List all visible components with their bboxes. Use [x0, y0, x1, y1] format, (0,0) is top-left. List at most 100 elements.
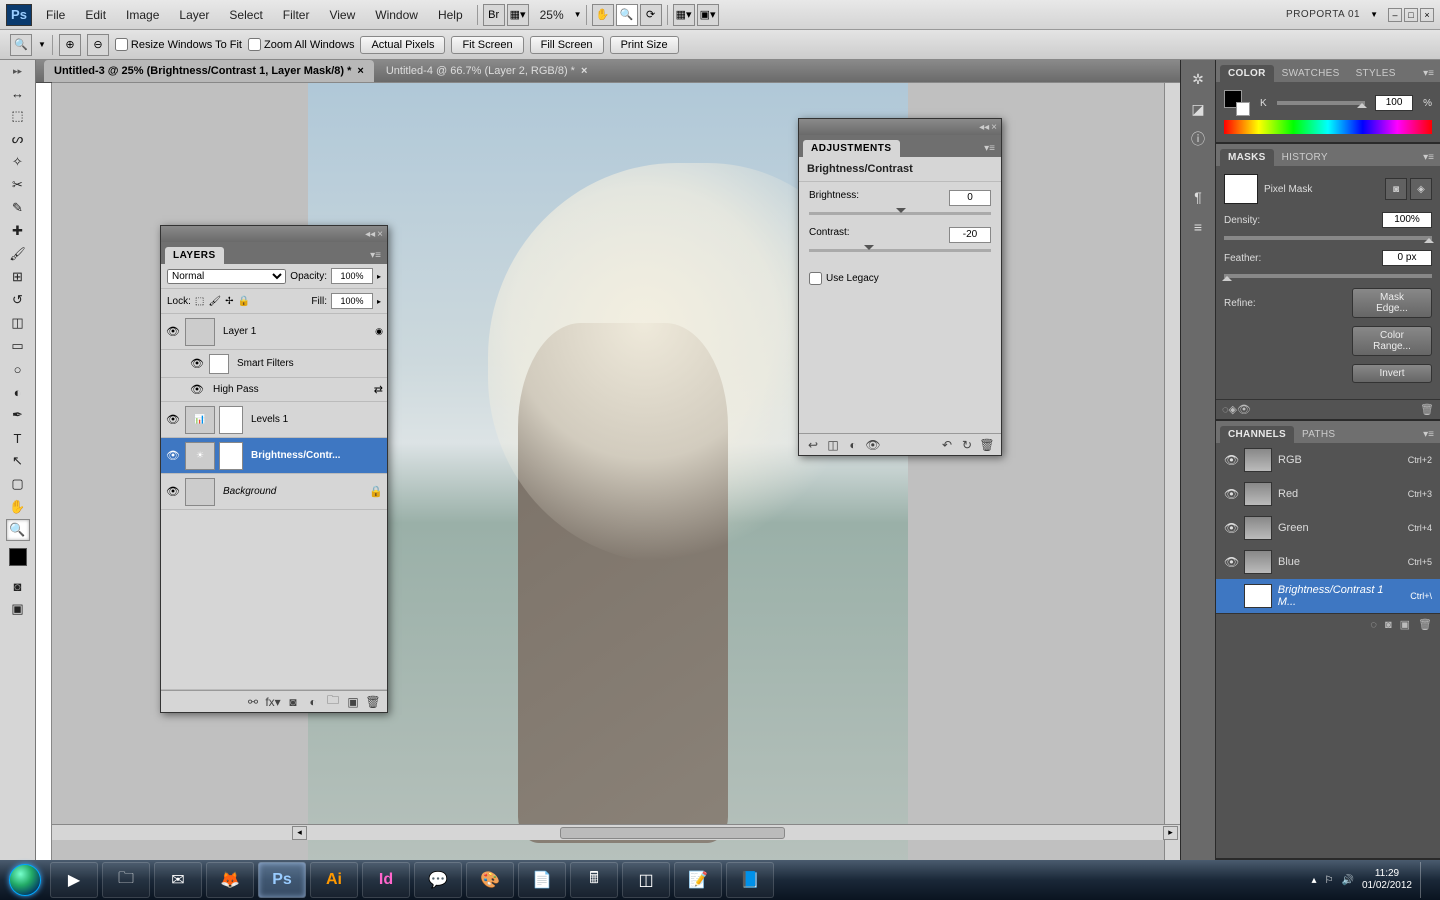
taskbar-mediaplayer[interactable]: ▶ [50, 862, 98, 898]
visibility-icon[interactable]: 👁 [1224, 487, 1238, 501]
visibility-icon[interactable]: 👁 [1224, 521, 1238, 535]
contrast-value[interactable]: -20 [949, 227, 991, 243]
visibility-icon[interactable]: 👁 [189, 383, 205, 396]
menu-edit[interactable]: Edit [75, 8, 116, 22]
menu-file[interactable]: File [36, 8, 75, 22]
taskbar-indesign[interactable]: Id [362, 862, 410, 898]
doc-tab-2[interactable]: Untitled-4 @ 66.7% (Layer 2, RGB/8) *× [376, 60, 598, 82]
lasso-tool-icon[interactable]: ᔕ [6, 128, 30, 150]
wand-tool-icon[interactable]: ✧ [6, 151, 30, 173]
channel-blue[interactable]: 👁BlueCtrl+5 [1216, 545, 1440, 579]
paragraph-icon[interactable]: ≡ [1187, 216, 1209, 238]
delete-layer-icon[interactable]: 🗑 [365, 694, 381, 710]
density-value[interactable]: 100% [1382, 212, 1432, 228]
panel-menu-icon[interactable]: ▾≡ [1417, 426, 1440, 443]
close-button[interactable]: × [1420, 8, 1434, 22]
taskbar-pdf[interactable]: 📄 [518, 862, 566, 898]
close-icon[interactable]: × [581, 65, 587, 77]
channel-rgb[interactable]: 👁RGBCtrl+2 [1216, 443, 1440, 477]
reset-icon[interactable]: ↻ [959, 437, 975, 453]
taskbar-thunderbird[interactable]: ✉ [154, 862, 202, 898]
taskbar-app1[interactable]: ◫ [622, 862, 670, 898]
lock-trans-icon[interactable]: ⬚ [195, 296, 204, 307]
delete-channel-icon[interactable]: 🗑 [1418, 618, 1432, 631]
panel-menu-icon[interactable]: ▾≡ [364, 247, 387, 264]
screenmode-icon[interactable]: ▣ [6, 598, 30, 620]
vector-mask-icon[interactable]: ◈ [1410, 178, 1432, 200]
delete-mask-icon[interactable]: 🗑 [1420, 403, 1434, 416]
layer-levels[interactable]: 👁 📊 Levels 1 [161, 402, 387, 438]
close-icon[interactable]: × [357, 65, 363, 77]
menu-filter[interactable]: Filter [273, 8, 320, 22]
gradient-tool-icon[interactable]: ▭ [6, 335, 30, 357]
return-icon[interactable]: ↩ [805, 437, 821, 453]
panel-menu-icon[interactable]: ▾≡ [978, 140, 1001, 157]
stamp-tool-icon[interactable]: ⊞ [6, 266, 30, 288]
scrollbar-horizontal[interactable]: ◂ ▸ [52, 824, 1180, 840]
scroll-right-icon[interactable]: ▸ [1163, 826, 1178, 840]
doc-tab-1[interactable]: Untitled-3 @ 25% (Brightness/Contrast 1,… [44, 60, 374, 82]
layer-layer1[interactable]: 👁 Layer 1 ◉ [161, 314, 387, 350]
scrollbar-vertical[interactable] [1164, 83, 1180, 883]
tools-collapse-icon[interactable]: ▸▸ [13, 66, 22, 77]
toggle-mask-icon[interactable]: 👁 [1237, 403, 1251, 416]
brush-tool-icon[interactable]: 🖌 [6, 243, 30, 265]
channel-red[interactable]: 👁RedCtrl+3 [1216, 477, 1440, 511]
layer-highpass[interactable]: 👁 High Pass ⇄ [161, 378, 387, 402]
mask-thumbnail[interactable] [1224, 174, 1258, 204]
tab-history[interactable]: HISTORY [1274, 149, 1336, 166]
quickmask-icon[interactable]: ◙ [6, 575, 30, 597]
navigator-icon[interactable]: ✲ [1187, 68, 1209, 90]
visibility-icon[interactable]: 👁 [1224, 453, 1238, 467]
rotate-view-icon[interactable]: ⟳ [640, 4, 662, 26]
histogram-icon[interactable]: ◪ [1187, 98, 1209, 120]
tab-layers[interactable]: LAYERS [165, 247, 224, 264]
pixel-mask-icon[interactable]: ◙ [1385, 178, 1407, 200]
color-proxy[interactable] [1224, 90, 1250, 116]
pen-tool-icon[interactable]: ✒ [6, 404, 30, 426]
heal-tool-icon[interactable]: ✚ [6, 220, 30, 242]
taskbar-gimp[interactable]: 🎨 [466, 862, 514, 898]
zoom-all-checkbox[interactable]: Zoom All Windows [248, 38, 354, 51]
hand-tool-icon[interactable]: ✋ [592, 4, 614, 26]
brightness-slider[interactable] [809, 212, 991, 215]
visibility-icon[interactable]: 👁 [165, 413, 181, 426]
menu-layer[interactable]: Layer [169, 8, 219, 22]
history-brush-tool-icon[interactable]: ↺ [6, 289, 30, 311]
visibility-icon[interactable]: 👁 [165, 485, 181, 498]
tab-color[interactable]: COLOR [1220, 65, 1274, 82]
move-tool-icon[interactable]: ↔ [6, 82, 30, 104]
fit-screen-button[interactable]: Fit Screen [451, 36, 523, 54]
marquee-tool-icon[interactable]: ⬚ [6, 105, 30, 127]
zoom-tool-icon[interactable]: 🔍 [616, 4, 638, 26]
color-swatch[interactable] [9, 548, 27, 566]
use-legacy-checkbox[interactable]: Use Legacy [799, 264, 1001, 293]
taskbar-explorer[interactable]: 🗀 [102, 862, 150, 898]
screen-mode-button[interactable]: ▣▾ [697, 4, 719, 26]
tab-swatches[interactable]: SWATCHES [1274, 65, 1348, 82]
k-slider[interactable] [1277, 101, 1365, 105]
tray-flag-icon[interactable]: ⚐ [1325, 875, 1334, 886]
new-channel-icon[interactable]: ▣ [1400, 618, 1410, 631]
fx-icon[interactable]: fx▾ [265, 694, 281, 710]
tab-masks[interactable]: MASKS [1220, 149, 1274, 166]
group-icon[interactable]: 🗀 [325, 694, 341, 710]
print-size-button[interactable]: Print Size [610, 36, 679, 54]
taskbar-calc[interactable]: 🖩 [570, 862, 618, 898]
adjustment-layer-icon[interactable]: ◐ [305, 694, 321, 710]
visibility-icon[interactable]: 👁 [165, 449, 181, 462]
path-tool-icon[interactable]: ↖ [6, 450, 30, 472]
layer-background[interactable]: 👁 Background 🔒 [161, 474, 387, 510]
delete-adj-icon[interactable]: 🗑 [979, 437, 995, 453]
clip-icon[interactable]: ◐ [845, 437, 861, 453]
maximize-button[interactable]: □ [1404, 8, 1418, 22]
opacity-value[interactable]: 100% [331, 268, 373, 284]
layer-brightness-contrast[interactable]: 👁 ☀ Brightness/Contr... [161, 438, 387, 474]
filter-options-icon[interactable]: ⇄ [374, 383, 383, 396]
taskbar-pidgin[interactable]: 💬 [414, 862, 462, 898]
link-layers-icon[interactable]: ⚯ [245, 694, 261, 710]
spectrum-ramp[interactable] [1224, 120, 1432, 134]
taskbar-photoshop[interactable]: Ps [258, 862, 306, 898]
hand-tool-icon[interactable]: ✋ [6, 496, 30, 518]
collapse-icon[interactable]: ◂◂ [979, 122, 989, 133]
